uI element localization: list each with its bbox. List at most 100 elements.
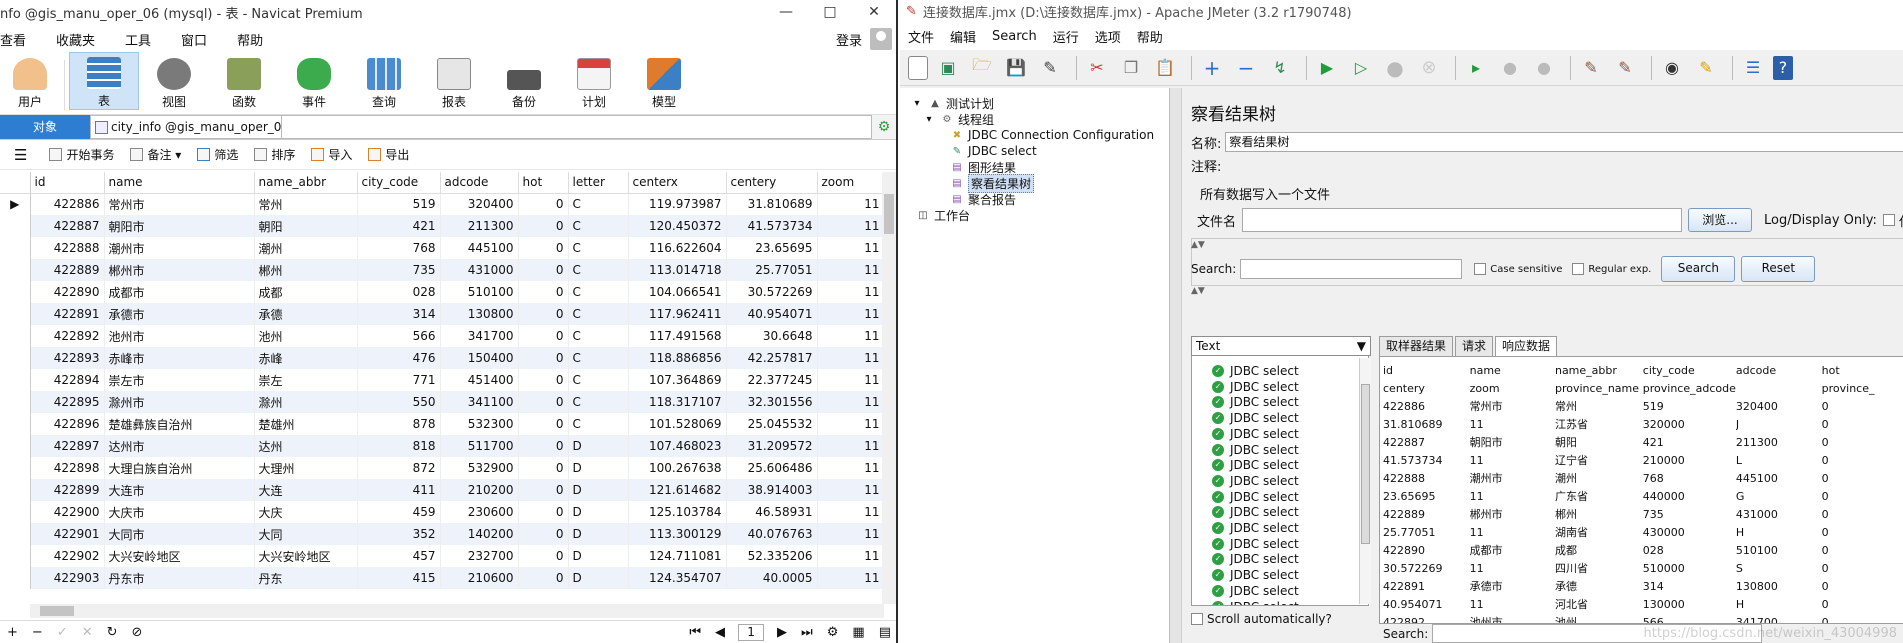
cut-icon[interactable]: ✂	[1083, 54, 1111, 82]
row-header[interactable]	[0, 391, 31, 413]
table-row[interactable]: 422897 达州市 达州 818 511700 0 D 107.468023 31.20957…	[0, 435, 885, 457]
new-tab-icon[interactable]: ⚙	[872, 115, 896, 139]
table-cell[interactable]: 11	[817, 413, 885, 435]
table-cell[interactable]: 445100	[440, 237, 519, 259]
expand-icon[interactable]: +	[1198, 54, 1226, 82]
table-cell[interactable]: 楚雄彝族自治州	[104, 413, 255, 435]
copy-icon[interactable]: ❐	[1117, 54, 1145, 82]
table-row[interactable]: 422889 郴州市 郴州 735 431000 0 C 113.014718 25.77051…	[0, 259, 885, 281]
list-item[interactable]: ✓ JDBC select	[1212, 426, 1299, 442]
toolbar-view[interactable]: 视图	[139, 52, 209, 110]
toolbar-model[interactable]: 模型	[629, 52, 699, 110]
table-cell[interactable]: 125.103784	[628, 501, 727, 523]
table-cell[interactable]: 潮州市	[104, 237, 255, 259]
row-header[interactable]	[0, 545, 31, 567]
row-header[interactable]	[0, 259, 31, 281]
table-cell[interactable]: 314	[357, 303, 441, 325]
grid-vertical-scrollbar[interactable]	[882, 172, 896, 604]
table-cell[interactable]: 124.354707	[628, 567, 727, 589]
toolbar-event[interactable]: 事件	[279, 52, 349, 110]
table-cell[interactable]: 池州	[254, 325, 358, 347]
column-header[interactable]: letter	[568, 172, 629, 194]
list-item[interactable]: ✓ JDBC select	[1212, 410, 1299, 426]
toolbar-query[interactable]: 查询	[349, 52, 419, 110]
table-cell[interactable]: 422898	[30, 457, 105, 479]
table-cell[interactable]: 达州	[254, 435, 358, 457]
page-number-input[interactable]: 1	[738, 623, 765, 641]
table-row[interactable]: 422887 朝阳市 朝阳 421 211300 0 C 120.450372 41.57373…	[0, 215, 885, 237]
table-cell[interactable]: C	[568, 237, 629, 259]
table-cell[interactable]: 38.914003	[726, 479, 818, 501]
row-header[interactable]	[0, 303, 31, 325]
save-as-icon[interactable]: ✎	[1036, 54, 1064, 82]
table-cell[interactable]: 0	[518, 237, 569, 259]
table-row[interactable]: 422903 丹东市 丹东 415 210600 0 D 124.354707 40.0005 1…	[0, 567, 885, 589]
column-header[interactable]: id	[30, 172, 105, 194]
table-cell[interactable]: 常州	[254, 193, 358, 215]
table-cell[interactable]: C	[568, 281, 629, 303]
table-cell[interactable]: 11	[817, 259, 885, 281]
row-header[interactable]	[0, 215, 31, 237]
table-cell[interactable]: 池州市	[104, 325, 255, 347]
import-button[interactable]: 导入	[311, 146, 352, 163]
settings-icon[interactable]: ⚙	[827, 625, 839, 640]
help-icon[interactable]: ?	[1773, 55, 1793, 80]
filter-button[interactable]: 筛选	[197, 146, 238, 163]
list-item[interactable]: ✓ JDBC select	[1212, 504, 1299, 520]
table-cell[interactable]: 422894	[30, 369, 105, 391]
table-cell[interactable]: 42.257817	[726, 347, 818, 369]
table-cell[interactable]: 566	[357, 325, 441, 347]
table-cell[interactable]: D	[568, 501, 629, 523]
table-cell[interactable]: 119.973987	[628, 193, 727, 215]
table-cell[interactable]: 大庆市	[104, 501, 255, 523]
toolbar-schedule[interactable]: 计划	[559, 52, 629, 110]
table-cell[interactable]: 101.528069	[628, 413, 727, 435]
table-cell[interactable]: 459	[357, 501, 441, 523]
table-cell[interactable]: 30.6648	[726, 325, 818, 347]
menu-favorites[interactable]: 收藏夹	[56, 30, 95, 49]
remote-shutdown-icon[interactable]: ●	[1530, 54, 1558, 82]
name-field[interactable]: 察看结果树	[1225, 132, 1903, 152]
first-page-icon[interactable]: ⏮	[689, 625, 701, 640]
toolbar-table[interactable]: 表	[69, 52, 139, 110]
row-header[interactable]	[0, 413, 31, 435]
table-cell[interactable]: 0	[518, 325, 569, 347]
table-row[interactable]: 422901 大同市 大同 352 140200 0 D 113.300129 40.07676…	[0, 523, 885, 545]
stop-icon[interactable]: ⊘	[132, 625, 143, 640]
menu-view[interactable]: 查看	[0, 30, 26, 49]
reset-button[interactable]: Reset	[1741, 256, 1816, 282]
filename-field[interactable]	[1242, 208, 1683, 232]
table-cell[interactable]: 40.0005	[726, 567, 818, 589]
table-cell[interactable]: 成都市	[104, 281, 255, 303]
export-button[interactable]: 导出	[368, 146, 409, 163]
login-link[interactable]: 登录	[836, 30, 862, 49]
table-cell[interactable]: 341100	[440, 391, 519, 413]
table-cell[interactable]: 40.954071	[726, 303, 818, 325]
table-cell[interactable]: 232700	[440, 545, 519, 567]
grid-horizontal-scrollbar[interactable]	[30, 604, 884, 618]
table-cell[interactable]: 422901	[30, 523, 105, 545]
prev-page-icon[interactable]: ◀	[715, 625, 725, 640]
table-cell[interactable]: 0	[518, 259, 569, 281]
table-cell[interactable]: 352	[357, 523, 441, 545]
table-cell[interactable]: 0	[518, 545, 569, 567]
column-header[interactable]: centery	[726, 172, 818, 194]
column-header[interactable]: name_abbr	[254, 172, 358, 194]
table-cell[interactable]: 46.58931	[726, 501, 818, 523]
table-cell[interactable]: 30.572269	[726, 281, 818, 303]
table-cell[interactable]: 422895	[30, 391, 105, 413]
table-row[interactable]: 422899 大连市 大连 411 210200 0 D 121.614682 38.91400…	[0, 479, 885, 501]
toolbar-backup[interactable]: 备份	[489, 52, 559, 110]
list-item[interactable]: ✓ JDBC select	[1212, 551, 1299, 567]
table-cell[interactable]: 878	[357, 413, 441, 435]
remote-stop-icon[interactable]: ●	[1496, 54, 1524, 82]
table-cell[interactable]: 422896	[30, 413, 105, 435]
table-cell[interactable]: 赤峰市	[104, 347, 255, 369]
table-cell[interactable]: 大庆	[254, 501, 358, 523]
table-cell[interactable]: 11	[817, 303, 885, 325]
table-row[interactable]: 422895 滁州市 滁州 550 341100 0 C 118.317107 32.30155…	[0, 391, 885, 413]
regex-checkbox[interactable]	[1572, 263, 1585, 275]
table-cell[interactable]: 11	[817, 325, 885, 347]
new-icon[interactable]	[908, 55, 928, 80]
table-cell[interactable]: 422893	[30, 347, 105, 369]
